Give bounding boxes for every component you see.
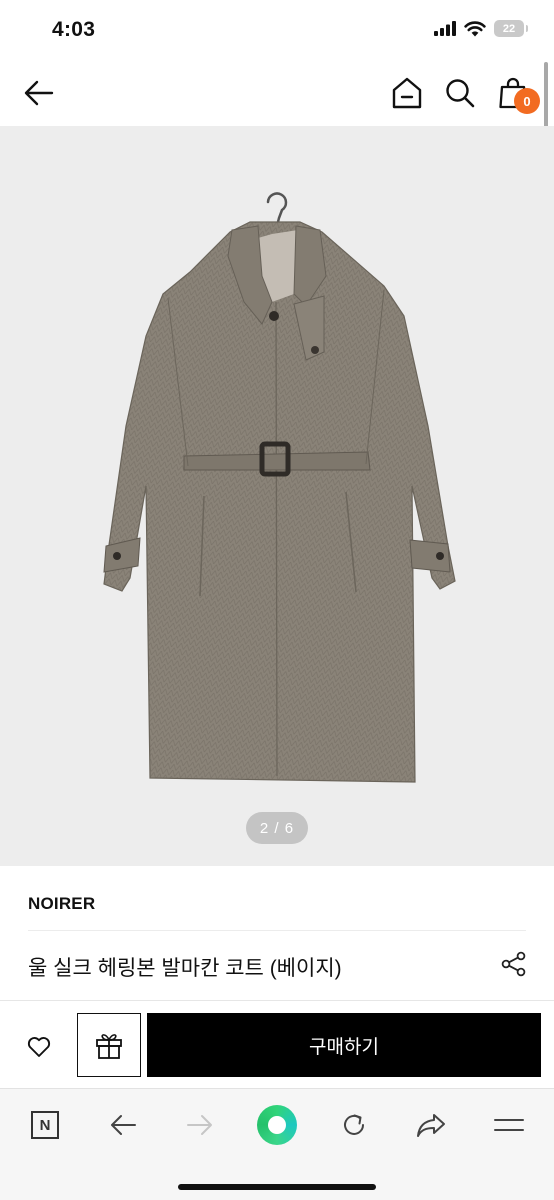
browser-menu-button[interactable] <box>487 1103 531 1147</box>
reload-icon <box>344 1114 364 1135</box>
share-button[interactable] <box>498 948 530 980</box>
image-page-indicator: 2 / 6 <box>246 812 308 844</box>
search-button[interactable] <box>439 72 481 114</box>
wishlist-button[interactable] <box>14 1027 64 1067</box>
product-image-gallery[interactable]: 2 / 6 <box>0 126 554 866</box>
search-icon <box>446 79 475 108</box>
heart-icon <box>27 1037 51 1057</box>
battery-level: 22 <box>502 22 516 35</box>
status-time: 4:03 <box>52 18 96 41</box>
brand-name[interactable]: NOIRER <box>28 894 95 914</box>
back-button[interactable] <box>18 72 60 114</box>
cellular-signal-icon <box>434 21 456 36</box>
product-image <box>103 192 456 783</box>
menu-icon <box>494 1119 524 1131</box>
naver-home-button[interactable]: N <box>23 1103 67 1147</box>
gift-icon <box>96 1034 122 1059</box>
back-icon <box>111 1115 136 1135</box>
green-dot-button[interactable] <box>255 1103 299 1147</box>
back-arrow-icon <box>24 80 54 106</box>
browser-forward-button[interactable] <box>178 1103 222 1147</box>
purchase-bar: 구매하기 <box>0 1000 554 1088</box>
forward-icon <box>187 1115 212 1135</box>
divider <box>28 930 526 931</box>
browser-share-button[interactable] <box>409 1103 453 1147</box>
status-bar: 4:03 22 <box>0 0 554 60</box>
naver-icon: N <box>31 1111 59 1139</box>
cart-button[interactable]: 0 <box>492 72 540 114</box>
top-navigation: 0 <box>0 60 554 126</box>
battery-icon: 22 <box>494 20 528 37</box>
buy-button[interactable]: 구매하기 <box>147 1013 541 1077</box>
green-dot-icon <box>257 1105 297 1145</box>
gift-button[interactable] <box>77 1013 141 1077</box>
naver-label: N <box>39 1116 51 1134</box>
share-nodes-icon <box>501 951 526 977</box>
reload-button[interactable] <box>332 1103 376 1147</box>
cart-count-badge: 0 <box>514 88 540 114</box>
wifi-icon <box>464 20 486 36</box>
status-icons: 22 <box>434 20 528 37</box>
home-indicator <box>178 1184 376 1190</box>
share-icon <box>417 1114 445 1137</box>
home-button[interactable] <box>386 72 428 114</box>
product-title: 울 실크 헤링본 발마칸 코트 (베이지) <box>28 957 342 980</box>
home-icon <box>392 77 422 109</box>
browser-back-button[interactable] <box>101 1103 145 1147</box>
